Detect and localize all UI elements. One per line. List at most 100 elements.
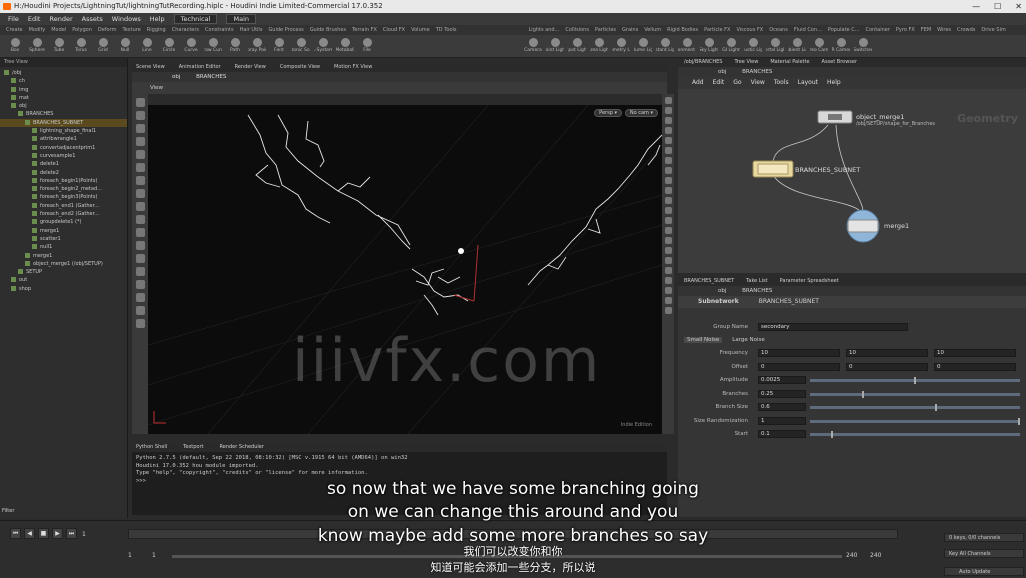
node-name[interactable]: BRANCHES_SUBNET [759,296,819,308]
viewport-tool-icon[interactable] [135,280,145,289]
shelf-tab[interactable]: TD Tools [436,25,457,35]
shelf-tool[interactable]: Font [270,35,288,57]
viewport-tool-icon[interactable] [135,267,145,276]
shelf-tool[interactable]: Portal Light [766,35,784,57]
shelf-tab[interactable]: Texture [122,25,140,35]
tree-view-tab[interactable]: Tree View [0,58,127,67]
shelf-tab[interactable]: Polygon [72,25,92,35]
shelf-tab[interactable]: Vellum [644,25,661,35]
shelf-tab[interactable]: Lights and... [529,25,560,35]
shelf-tab[interactable]: Terrain FX [352,25,377,35]
tree-row[interactable]: mat [0,94,127,102]
viewport-tool-icon[interactable] [135,98,145,107]
tab-asset[interactable]: Asset Browser [822,58,858,67]
display-option-icon[interactable] [664,307,672,314]
display-option-icon[interactable] [664,137,672,144]
shelf-tab[interactable]: Characters [172,25,199,35]
close-icon[interactable]: ✕ [1015,0,1022,13]
tab-tree[interactable]: Tree View [734,58,758,67]
viewport-tab[interactable]: Motion FX View [334,62,372,72]
cam-menu[interactable]: No cam ▾ [624,109,658,117]
persp-menu[interactable]: Persp ▾ [594,109,622,117]
shelf-tab[interactable]: Create [6,25,23,35]
viewport-tool-icon[interactable] [135,241,145,250]
viewport-tool-icon[interactable] [135,124,145,133]
shelf-tool[interactable]: Switcher [854,35,872,57]
transform-handle[interactable] [453,244,479,302]
shelf-tab[interactable]: Constraints [205,25,234,35]
display-option-icon[interactable] [664,147,672,154]
viewport-tool-icon[interactable] [135,228,145,237]
shelf-tool[interactable]: L-System [314,35,332,57]
node-branches-subnet[interactable] [752,160,794,178]
shelf-tool[interactable]: Line [138,35,156,57]
tab-render-scheduler[interactable]: Render Scheduler [220,443,264,452]
viewport-tool-icon[interactable] [135,150,145,159]
menu-edit[interactable]: Edit [28,15,41,23]
path-obj[interactable]: obj [718,288,726,294]
parm-value-field[interactable]: 0.6 [758,403,806,411]
viewport-tool-icon[interactable] [135,137,145,146]
slider-knob[interactable] [862,390,864,398]
viewport-tool-icon[interactable] [135,176,145,185]
tree-row[interactable]: groupdelete1 (*) [0,218,127,226]
shelf-tool[interactable]: Grid [94,35,112,57]
shelf-tab[interactable]: Modify [29,25,46,35]
display-option-icon[interactable] [664,237,672,244]
shelf-tab[interactable]: Model [51,25,66,35]
shelf-tool[interactable]: Distant Light [656,35,674,57]
tree-row[interactable]: /obj [0,69,127,77]
viewport-tab[interactable]: Scene View [136,62,165,72]
shelf-tab[interactable]: Populate C... [828,25,860,35]
shelf-tab[interactable]: Particle FX [704,25,730,35]
tab-textport[interactable]: Textport [183,443,203,452]
viewport-tool-icon[interactable] [135,163,145,172]
display-option-icon[interactable] [664,97,672,104]
parm-vector-field[interactable]: 0 [934,362,1016,371]
tab-network[interactable]: /obj/BRANCHES [684,58,722,67]
view-menu[interactable]: View [150,85,163,91]
tree-row[interactable]: null1 [0,243,127,251]
shelf-tab[interactable]: Container [865,25,889,35]
tree-row[interactable]: delete2 [0,169,127,177]
viewport-tool-icon[interactable] [135,111,145,120]
tree-row[interactable]: ch [0,77,127,85]
shelf-tool[interactable]: Circle [160,35,178,57]
menu-file[interactable]: File [8,15,19,23]
display-option-icon[interactable] [664,127,672,134]
parm-vector-field[interactable]: 10 [758,349,840,357]
slider-knob[interactable] [914,377,916,384]
network-canvas[interactable] [678,89,1026,273]
shelf-tool[interactable]: Null [116,35,134,57]
slider-knob[interactable] [935,404,937,411]
shelf-tool[interactable]: Environment Light [678,35,696,57]
shelf-tab[interactable]: Collisions [565,25,589,35]
display-option-icon[interactable] [664,207,672,214]
shelf-tab[interactable]: Deform [98,25,117,35]
parm-vector-field[interactable]: 0 [846,362,928,371]
display-option-icon[interactable] [664,187,672,194]
minimize-icon[interactable]: — [972,0,980,13]
tree-row[interactable]: SETUP [0,268,127,276]
shelf-tab[interactable]: Oceans [769,25,788,35]
maximize-icon[interactable]: ☐ [994,0,1001,13]
tree-row[interactable]: curvesample1 [0,152,127,160]
shelf-tool[interactable]: Path [226,35,244,57]
display-option-icon[interactable] [664,257,672,264]
tree-row[interactable]: obj [0,102,127,110]
net-menu-layout[interactable]: Layout [798,77,818,89]
display-option-icon[interactable] [664,177,672,184]
parm-slider[interactable] [810,404,1020,411]
display-option-icon[interactable] [664,107,672,114]
display-option-icon[interactable] [664,267,672,274]
shelf-tab[interactable]: Rigging [147,25,166,35]
tree-row[interactable]: foreach_end2 (Gather... [0,210,127,218]
shelf-tool[interactable]: Torus [72,35,90,57]
path-node[interactable]: BRANCHES [742,288,772,294]
shelf-tool[interactable]: File [358,35,376,57]
tree-row[interactable]: img [0,86,127,94]
net-menu-add[interactable]: Add [692,77,704,89]
viewport-tab[interactable]: Animation Editor [179,62,221,72]
shelf-tab[interactable]: Crowds [957,25,975,35]
shelf-tool[interactable]: GI Light [722,35,740,57]
